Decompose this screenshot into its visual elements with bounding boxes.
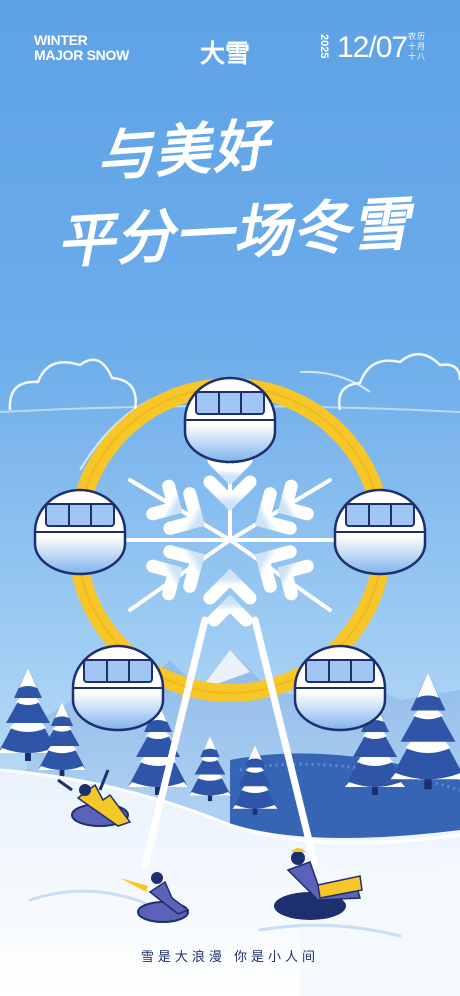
poster: 与美好 平分一场冬雪 WINTER MAJOR SNOW 大雪 2025 12/…	[0, 0, 460, 996]
cabin-right	[333, 488, 427, 576]
lunar-char: 八	[417, 52, 425, 61]
header: WINTER MAJOR SNOW 大雪 2025 12/07 农 十 十 历 …	[0, 0, 460, 80]
cabin-bottom-right	[293, 644, 387, 732]
slogan-line-1: 与美好	[94, 112, 273, 190]
lunar-char: 十	[408, 52, 416, 61]
solar-term-title: 大雪	[200, 39, 251, 68]
cabin-top	[183, 376, 277, 464]
english-title-line-2: MAJOR SNOW	[34, 47, 130, 63]
cloud-left	[8, 358, 137, 411]
lunar-date: 农 十 十 历 月 八	[408, 32, 426, 62]
cabin-bottom-left	[71, 644, 165, 732]
slogan-line-2: 平分一场冬雪	[54, 189, 412, 277]
footer-tagline: 雪是大浪漫 你是小人间	[140, 950, 320, 965]
cloud-right	[337, 353, 460, 411]
year: 2025	[318, 34, 330, 59]
english-title: WINTER MAJOR SNOW	[34, 33, 129, 63]
lunar-char: 历	[417, 32, 425, 41]
lunar-char: 十	[408, 42, 416, 51]
cabin-left	[33, 488, 127, 576]
english-title-line-1: WINTER	[34, 32, 88, 48]
lunar-char: 农	[408, 32, 416, 41]
lunar-char: 月	[417, 42, 425, 51]
date: 12/07	[337, 31, 408, 64]
